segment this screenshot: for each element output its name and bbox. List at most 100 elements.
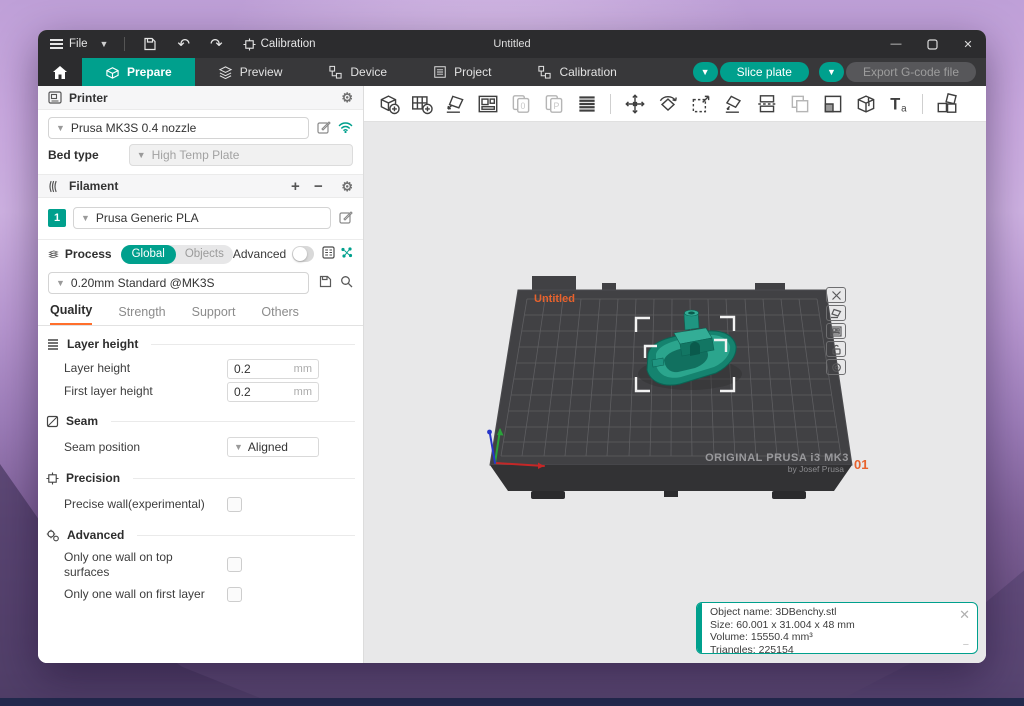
orient-plate-button[interactable] <box>826 305 846 321</box>
svg-text:a: a <box>901 103 907 114</box>
auto-orient-icon[interactable] <box>438 89 471 119</box>
delete-plate-button[interactable] <box>826 287 846 303</box>
plate-name-label[interactable]: Untitled <box>534 293 575 305</box>
redo-button[interactable]: ↷ <box>204 35 229 53</box>
wifi-connection-icon[interactable] <box>338 121 353 136</box>
bed-type-select[interactable]: ▼ High Temp Plate <box>129 144 353 166</box>
filament-section-title: Filament <box>69 179 118 193</box>
svg-text:P: P <box>553 100 559 110</box>
scale-icon[interactable] <box>684 89 717 119</box>
arrange-plate-button[interactable] <box>826 323 846 339</box>
global-segment[interactable]: Global <box>121 245 176 264</box>
advanced-icon <box>46 529 60 542</box>
tab-others[interactable]: Others <box>261 305 299 325</box>
compare-params-icon[interactable] <box>340 246 353 262</box>
seam-position-select[interactable]: ▼ Aligned <box>227 437 319 457</box>
bed-type-label: Bed type <box>48 148 99 162</box>
tab-project[interactable]: Project <box>410 58 514 86</box>
preview-icon <box>218 65 233 79</box>
svg-text:T: T <box>890 95 900 113</box>
support-painting-icon[interactable] <box>816 89 849 119</box>
tab-device[interactable]: Device <box>305 58 410 86</box>
process-preset-select[interactable]: ▼ 0.20mm Standard @MK3S <box>48 272 309 294</box>
object-info-panel: Object name: 3DBenchy.stl Size: 60.001 x… <box>696 602 978 654</box>
add-filament-button[interactable]: + <box>287 178 303 195</box>
setting-row: Only one wall on top surfaces <box>38 548 363 581</box>
split-to-objects-icon[interactable]: 0 <box>504 89 537 119</box>
info-close-icon[interactable]: ✕ <box>959 607 970 623</box>
assembly-view-icon[interactable] <box>930 89 963 119</box>
layer-height-icon <box>46 338 60 350</box>
variable-layer-height-icon[interactable] <box>570 89 603 119</box>
objects-segment[interactable]: Objects <box>176 248 233 260</box>
file-menu[interactable]: File <box>50 37 88 51</box>
info-minimize-icon[interactable]: − <box>963 639 969 651</box>
file-menu-label: File <box>69 38 88 50</box>
plate-settings-button[interactable] <box>826 359 846 375</box>
lock-plate-button[interactable] <box>826 341 846 357</box>
plate-foot <box>772 491 806 499</box>
setting-row: Only one wall on first layer <box>38 581 363 607</box>
minimize-button[interactable]: — <box>878 30 914 58</box>
seam-painting-icon[interactable] <box>849 89 882 119</box>
add-object-icon[interactable] <box>372 89 405 119</box>
remove-filament-button[interactable]: − <box>310 178 326 195</box>
first-layer-height-input[interactable]: 0.2 mm <box>227 382 319 402</box>
home-button[interactable] <box>38 58 82 86</box>
calibration-icon <box>243 38 256 51</box>
save-project-button[interactable] <box>137 37 163 51</box>
cut-icon[interactable] <box>750 89 783 119</box>
calibration-menu[interactable]: Calibration <box>237 38 322 51</box>
split-to-parts-icon[interactable]: P <box>537 89 570 119</box>
calibration-menu-label: Calibration <box>261 38 316 50</box>
text-shape-icon[interactable]: Ta <box>882 89 915 119</box>
filament-preset-select[interactable]: ▼ Prusa Generic PLA <box>73 207 331 229</box>
global-objects-toggle[interactable]: Global Objects <box>121 245 233 264</box>
advanced-toggle[interactable] <box>292 246 314 262</box>
undo-button[interactable]: ↶ <box>171 35 196 53</box>
device-icon <box>328 65 343 79</box>
lay-on-face-icon[interactable] <box>717 89 750 119</box>
settings-list-icon[interactable] <box>322 246 335 262</box>
tab-calibration[interactable]: Calibration <box>514 58 639 86</box>
only-one-wall-first-layer-checkbox[interactable] <box>227 587 242 602</box>
tab-strength[interactable]: Strength <box>118 305 165 325</box>
printer-preset-select[interactable]: ▼ Prusa MK3S 0.4 nozzle <box>48 117 309 139</box>
tab-support[interactable]: Support <box>192 305 236 325</box>
rotate-icon[interactable] <box>651 89 684 119</box>
tab-prepare[interactable]: Prepare <box>82 58 195 86</box>
edit-printer-icon[interactable] <box>317 120 331 137</box>
move-icon[interactable] <box>618 89 651 119</box>
close-button[interactable]: ✕ <box>950 30 986 58</box>
home-icon <box>52 65 68 80</box>
filament-settings-gear-icon[interactable]: ⚙ <box>341 180 353 193</box>
precision-section-header: Precision <box>38 465 363 491</box>
only-one-wall-top-checkbox[interactable] <box>227 557 242 572</box>
svg-text:0: 0 <box>520 100 525 110</box>
printer-settings-gear-icon[interactable]: ⚙ <box>341 91 353 104</box>
clone-icon[interactable] <box>783 89 816 119</box>
edit-filament-icon[interactable] <box>339 210 353 227</box>
add-plate-icon[interactable] <box>405 89 438 119</box>
arrange-icon[interactable] <box>471 89 504 119</box>
setting-row: Seam position ▼ Aligned <box>38 434 363 460</box>
maximize-button[interactable] <box>914 30 950 58</box>
tab-quality[interactable]: Quality <box>50 303 92 325</box>
prepare-icon <box>105 65 120 79</box>
search-settings-icon[interactable] <box>340 275 353 291</box>
export-gcode-button[interactable]: Export G-code file <box>846 62 976 82</box>
file-menu-chevron-icon[interactable]: ▼ <box>96 39 113 49</box>
process-tabs: Quality Strength Support Others <box>38 300 363 326</box>
slice-dropdown-button[interactable]: ▼ <box>693 62 718 82</box>
viewport-3d[interactable]: Untitled ORIGINAL PRUSA i3 MK3 by Josef … <box>364 122 986 663</box>
export-dropdown-button[interactable]: ▼ <box>819 62 844 82</box>
printer-icon <box>48 91 62 104</box>
save-preset-icon[interactable] <box>319 275 332 291</box>
tab-preview[interactable]: Preview <box>195 58 306 86</box>
slice-plate-button[interactable]: Slice plate <box>720 62 809 82</box>
layer-height-section-header: Layer height <box>38 331 363 357</box>
divider <box>124 37 125 51</box>
layer-height-input[interactable]: 0.2 mm <box>227 359 319 379</box>
plate-number-label: 01 <box>854 457 868 472</box>
precise-wall-checkbox[interactable] <box>227 497 242 512</box>
